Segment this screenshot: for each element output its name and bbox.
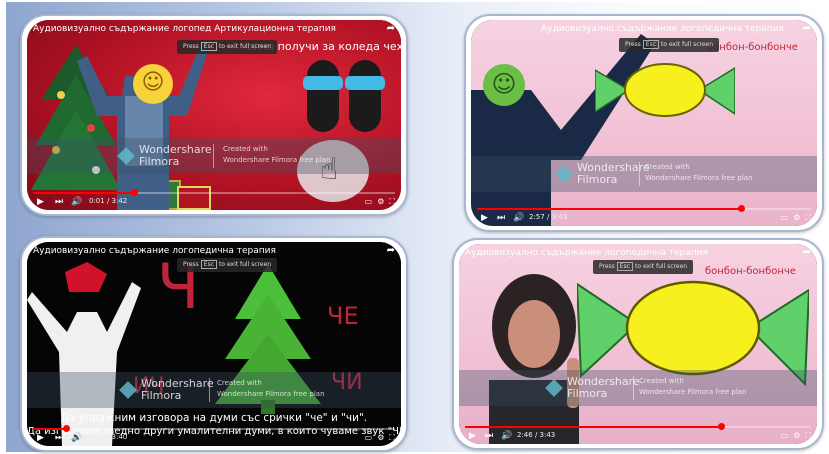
time-display: 0:01 / 3:42 [89, 197, 128, 205]
video-player-3[interactable]: Ч ЧЕ ЧИ ИЧ Аудиовизуално съдържание лого… [27, 242, 401, 446]
play-icon[interactable]: ▶ [37, 433, 44, 443]
video-card-1: ☝ ☺ Аудиовизуално съдържание логопед Арт… [20, 14, 408, 216]
time-display: 2:57 / 3:43 [529, 213, 568, 221]
exit-fullscreen-hint: Press Esc to exit full screen [177, 258, 278, 272]
video-caption-overlay: бонбон-бонбонче [707, 42, 798, 53]
player-controls: ▶ ⏭ 🔊 0:21 / 3:40 ▭ ⚙ ⛶ [27, 428, 401, 446]
settings-icon[interactable]: ⚙ [377, 433, 384, 443]
captions-icon[interactable]: ▭ [781, 431, 789, 441]
exit-fullscreen-hint: Press Esc to exit full screen [619, 38, 720, 52]
video-player-4[interactable]: Аудиовизуално съдържание логопедична тер… [459, 244, 817, 444]
face-blur-emoji: ☺ [483, 64, 525, 106]
volume-icon[interactable]: 🔊 [71, 197, 82, 207]
video-title: Аудиовизуално съдържание логопедична тер… [541, 24, 784, 34]
candy-illustration [595, 63, 735, 117]
next-icon[interactable]: ⏭ [485, 431, 493, 441]
video-title: Аудиовизуално съдържание логопед Артикул… [33, 24, 336, 34]
volume-icon[interactable]: 🔊 [513, 213, 524, 223]
exit-fullscreen-hint: Press Esc to exit full screen [593, 260, 694, 274]
next-icon[interactable]: ⏭ [497, 213, 505, 223]
exit-fullscreen-hint: Press Esc to exit full screen [177, 40, 278, 54]
share-icon[interactable]: ➦ [803, 23, 811, 34]
play-icon[interactable]: ▶ [481, 213, 488, 223]
captions-icon[interactable]: ▭ [365, 197, 373, 207]
share-icon[interactable]: ➦ [387, 245, 395, 256]
volume-icon[interactable]: 🔊 [501, 431, 512, 441]
fullscreen-icon[interactable]: ⛶ [805, 213, 811, 223]
play-icon[interactable]: ▶ [469, 431, 476, 441]
play-icon[interactable]: ▶ [37, 197, 44, 207]
player-controls: ▶ ⏭ 🔊 2:46 / 3:43 ▭ ⚙ ⛶ [459, 426, 817, 444]
captions-icon[interactable]: ▭ [365, 433, 373, 443]
fullscreen-icon[interactable]: ⛶ [389, 433, 395, 443]
video-player-2[interactable]: ☺ Аудиовизуално съдържание логопедична т… [471, 20, 817, 226]
filmora-logo-icon [545, 379, 563, 397]
slippers-illustration [303, 60, 385, 132]
filmora-watermark: Wondershare Filmora Created with Wondersha… [27, 372, 401, 408]
video-card-3: Ч ЧЕ ЧИ ИЧ Аудиовизуално съдържание лого… [20, 236, 408, 452]
filmora-watermark: Wondershare Filmora Created with Wondersha… [459, 370, 817, 406]
video-title: Аудиовизуално съдържание логопедична тер… [33, 246, 276, 256]
settings-icon[interactable]: ⚙ [793, 213, 800, 223]
letter-card: ЧЕ [327, 302, 359, 330]
player-controls: ▶ ⏭ 🔊 2:57 / 3:43 ▭ ⚙ ⛶ [471, 208, 817, 226]
captions-icon[interactable]: ▭ [781, 213, 789, 223]
video-player-1[interactable]: ☝ ☺ Аудиовизуално съдържание логопед Арт… [27, 20, 401, 210]
player-controls: ▶ ⏭ 🔊 0:01 / 3:42 ▭ ⚙ ⛶ [27, 192, 401, 210]
video-card-2: ☺ Аудиовизуално съдържание логопедична т… [464, 14, 824, 232]
filmora-watermark: Wondershare Filmora Created with Wondersha… [27, 138, 401, 174]
person-silhouette [489, 274, 579, 444]
settings-icon[interactable]: ⚙ [377, 197, 384, 207]
video-card-4: Аудиовизуално съдържание логопедична тер… [452, 238, 824, 450]
share-icon[interactable]: ➦ [803, 247, 811, 258]
slide-background: ☝ ☺ Аудиовизуално съдържание логопед Арт… [6, 2, 825, 452]
share-icon[interactable]: ➦ [387, 23, 395, 34]
filmora-logo-icon [555, 165, 573, 183]
filmora-logo-icon [119, 381, 137, 399]
face-blur-emoji: ☺ [133, 64, 173, 104]
filmora-watermark: Wondershare Filmora Created with Wondersha… [471, 156, 817, 192]
time-display: 2:46 / 3:43 [517, 431, 556, 439]
time-display: 0:21 / 3:40 [89, 433, 128, 441]
next-icon[interactable]: ⏭ [55, 197, 63, 207]
person-silhouette [77, 41, 209, 210]
fullscreen-icon[interactable]: ⛶ [805, 431, 811, 441]
next-icon[interactable]: ⏭ [55, 433, 63, 443]
video-title: Аудиовизуално съдържание логопедична тер… [465, 248, 708, 258]
filmora-logo-icon [117, 147, 135, 165]
settings-icon[interactable]: ⚙ [793, 431, 800, 441]
volume-icon[interactable]: 🔊 [71, 433, 82, 443]
video-caption-overlay: бонбон-бонбонче [705, 266, 796, 277]
fullscreen-icon[interactable]: ⛶ [389, 197, 395, 207]
